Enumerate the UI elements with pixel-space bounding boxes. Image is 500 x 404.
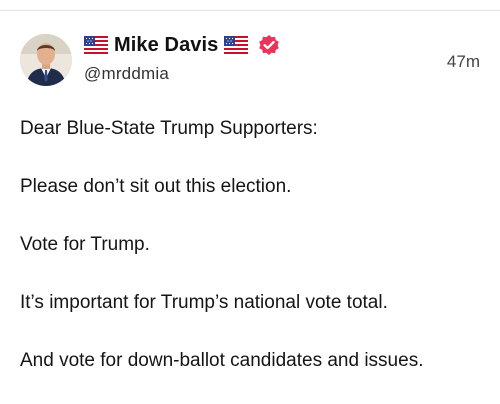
post-header: Mike Davis @mrddmia 47m [20,30,482,90]
us-flag-icon [224,36,249,54]
post-paragraph: And vote for down-ballot candidates and … [20,350,424,371]
post-timestamp[interactable]: 47m [447,52,480,72]
post-paragraph: It’s important for Trump’s national vote… [20,292,388,313]
post-paragraph: Please don’t sit out this election. [20,176,292,197]
top-divider [0,10,500,11]
post-paragraph: Dear Blue-State Trump Supporters: [20,118,318,139]
verified-badge-icon [258,34,280,56]
us-flag-icon [84,36,108,54]
post-paragraph: Vote for Trump. [20,234,150,255]
author-info: Mike Davis @mrddmia [84,32,280,84]
post-body: Dear Blue-State Trump Supporters: Please… [20,116,482,373]
display-name[interactable]: Mike Davis [114,34,218,57]
name-line: Mike Davis [84,32,280,58]
author-handle[interactable]: @mrddmia [84,64,280,84]
avatar[interactable] [20,34,72,86]
